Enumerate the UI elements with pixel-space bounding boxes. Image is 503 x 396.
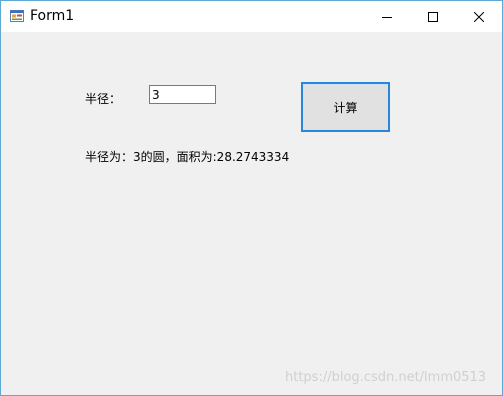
calculate-button[interactable]: 计算	[301, 82, 390, 132]
maximize-icon	[428, 11, 438, 22]
form-client-area: 半径： 计算 半径为：3的圆，面积为:28.2743334 https://bl…	[1, 32, 502, 395]
close-button[interactable]	[456, 1, 502, 32]
minimize-button[interactable]	[364, 1, 410, 32]
radius-label: 半径：	[85, 92, 122, 106]
watermark-text: https://blog.csdn.net/lmm0513	[285, 370, 487, 385]
app-icon	[10, 9, 24, 23]
close-icon	[474, 11, 484, 22]
window-title: Form1	[30, 8, 75, 24]
calculate-button-label: 计算	[303, 84, 388, 130]
minimize-icon	[382, 16, 392, 18]
radius-input[interactable]	[149, 85, 216, 104]
result-label: 半径为：3的圆，面积为:28.2743334	[85, 150, 290, 164]
maximize-button[interactable]	[410, 1, 456, 32]
form-window: Form1 半径： 计算 半径为：3的圆，面积为:28.2743334 http…	[0, 0, 503, 396]
title-bar[interactable]: Form1	[1, 1, 502, 32]
